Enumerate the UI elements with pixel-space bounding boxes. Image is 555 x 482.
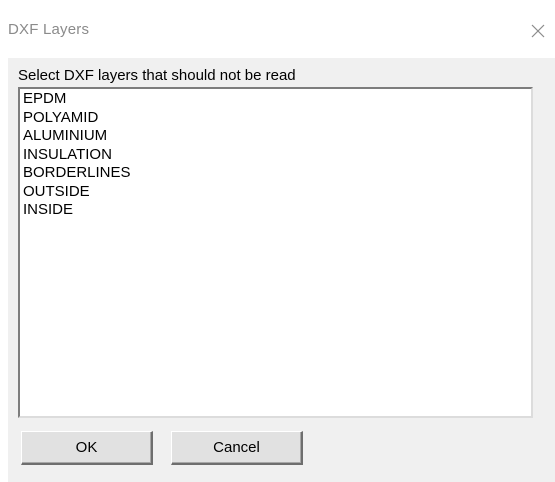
layer-item-epdm[interactable]: EPDM (23, 90, 531, 109)
title-bar[interactable]: DXF Layers (0, 0, 555, 58)
layer-item-borderlines[interactable]: BORDERLINES (23, 164, 531, 183)
close-icon[interactable] (527, 20, 549, 42)
ok-button[interactable]: OK (21, 431, 153, 465)
close-icon-glyph (531, 24, 545, 38)
layer-item-outside[interactable]: OUTSIDE (23, 183, 531, 202)
window-title: DXF Layers (8, 21, 90, 38)
layers-listbox[interactable]: EPDM POLYAMID ALUMINIUM INSULATION BORDE… (18, 87, 533, 418)
layers-list: EPDM POLYAMID ALUMINIUM INSULATION BORDE… (20, 89, 531, 220)
dialog-body: Select DXF layers that should not be rea… (8, 58, 555, 482)
layer-item-polyamid[interactable]: POLYAMID (23, 109, 531, 128)
cancel-button[interactable]: Cancel (171, 431, 303, 465)
instruction-label: Select DXF layers that should not be rea… (18, 67, 296, 84)
layer-item-aluminium[interactable]: ALUMINIUM (23, 127, 531, 146)
layer-item-inside[interactable]: INSIDE (23, 201, 531, 220)
layer-item-insulation[interactable]: INSULATION (23, 146, 531, 165)
dxf-layers-dialog: DXF Layers Select DXF layers that should… (0, 0, 555, 482)
